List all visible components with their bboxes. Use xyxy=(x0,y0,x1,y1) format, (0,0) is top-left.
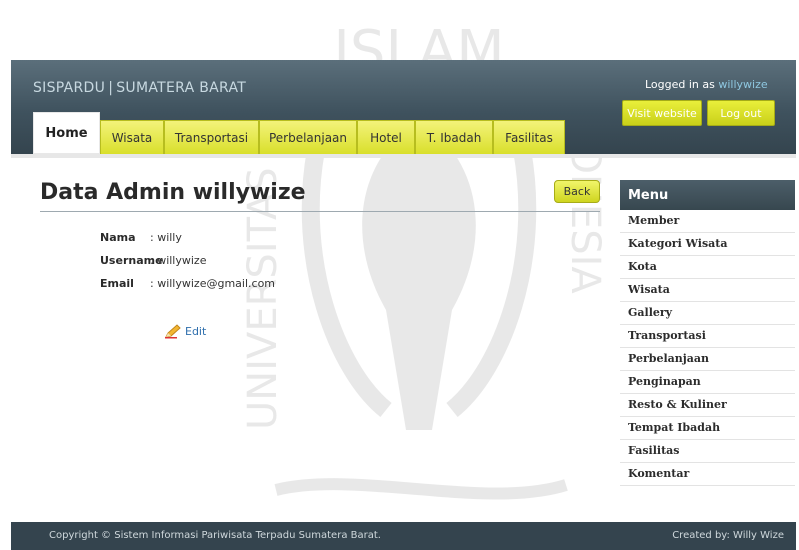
field-label: Email xyxy=(100,277,134,290)
sidebar-item-wisata[interactable]: Wisata xyxy=(620,279,795,302)
footer-copyright: Copyright © Sistem Informasi Pariwisata … xyxy=(49,530,381,541)
pencil-icon xyxy=(164,323,182,339)
sidebar-item-komentar[interactable]: Komentar xyxy=(620,463,795,486)
tab-home[interactable]: Home xyxy=(33,112,100,154)
sidebar-item-perbelanjaan[interactable]: Perbelanjaan xyxy=(620,348,795,371)
edit-label: Edit xyxy=(185,324,207,338)
title-divider xyxy=(40,211,600,212)
brand-name: SISPARDU xyxy=(33,80,106,96)
site-footer: Copyright © Sistem Informasi Pariwisata … xyxy=(11,522,796,550)
sidebar-item-kategori-wisata[interactable]: Kategori Wisata xyxy=(620,233,795,256)
tab-perbelanjaan[interactable]: Perbelanjaan xyxy=(259,120,357,154)
sidebar-item-transportasi[interactable]: Transportasi xyxy=(620,325,795,348)
site-brand: SISPARDU | SUMATERA BARAT xyxy=(33,80,246,96)
logged-in-user[interactable]: willywize xyxy=(718,78,767,91)
logged-in-label: Logged in as xyxy=(645,78,715,91)
logout-button[interactable]: Log out xyxy=(707,100,775,126)
brand-region: SUMATERA BARAT xyxy=(116,80,247,96)
sidebar-item-tempat-ibadah[interactable]: Tempat Ibadah xyxy=(620,417,795,440)
field-value: : willy xyxy=(150,231,182,244)
logged-in-status: Logged in as willywize xyxy=(645,78,768,91)
page-title: Data Admin willywize xyxy=(40,180,306,205)
tab-transportasi[interactable]: Transportasi xyxy=(164,120,259,154)
visit-website-button[interactable]: Visit website xyxy=(622,100,702,126)
field-value: : willywize@gmail.com xyxy=(150,277,276,290)
sidebar-item-gallery[interactable]: Gallery xyxy=(620,302,795,325)
brand-separator: | xyxy=(108,80,114,96)
sidebar-item-resto-kuliner[interactable]: Resto & Kuliner xyxy=(620,394,795,417)
watermark-text-left: UNIVERSITAS xyxy=(240,167,286,430)
tab-hotel[interactable]: Hotel xyxy=(357,120,415,154)
field-value: : willywize xyxy=(150,254,207,267)
sidebar-item-penginapan[interactable]: Penginapan xyxy=(620,371,795,394)
tab-wisata[interactable]: Wisata xyxy=(100,120,164,154)
header-divider xyxy=(11,154,796,158)
sidebar-menu-title: Menu xyxy=(620,180,795,210)
back-button[interactable]: Back xyxy=(554,180,600,203)
main-nav-tabs: Home Wisata Transportasi Perbelanjaan Ho… xyxy=(33,112,565,154)
tab-fasilitas[interactable]: Fasilitas xyxy=(493,120,565,154)
sidebar-item-fasilitas[interactable]: Fasilitas xyxy=(620,440,795,463)
edit-link[interactable]: Edit xyxy=(164,323,206,339)
sidebar-item-member[interactable]: Member xyxy=(620,210,795,233)
footer-credit: Created by: Willy Wize xyxy=(672,530,784,541)
tab-t-ibadah[interactable]: T. Ibadah xyxy=(415,120,493,154)
sidebar-item-kota[interactable]: Kota xyxy=(620,256,795,279)
site-header: SISPARDU | SUMATERA BARAT Home Wisata Tran… xyxy=(11,60,796,154)
sidebar-menu: Member Kategori Wisata Kota Wisata Galle… xyxy=(620,210,795,486)
field-label: Nama xyxy=(100,231,136,244)
